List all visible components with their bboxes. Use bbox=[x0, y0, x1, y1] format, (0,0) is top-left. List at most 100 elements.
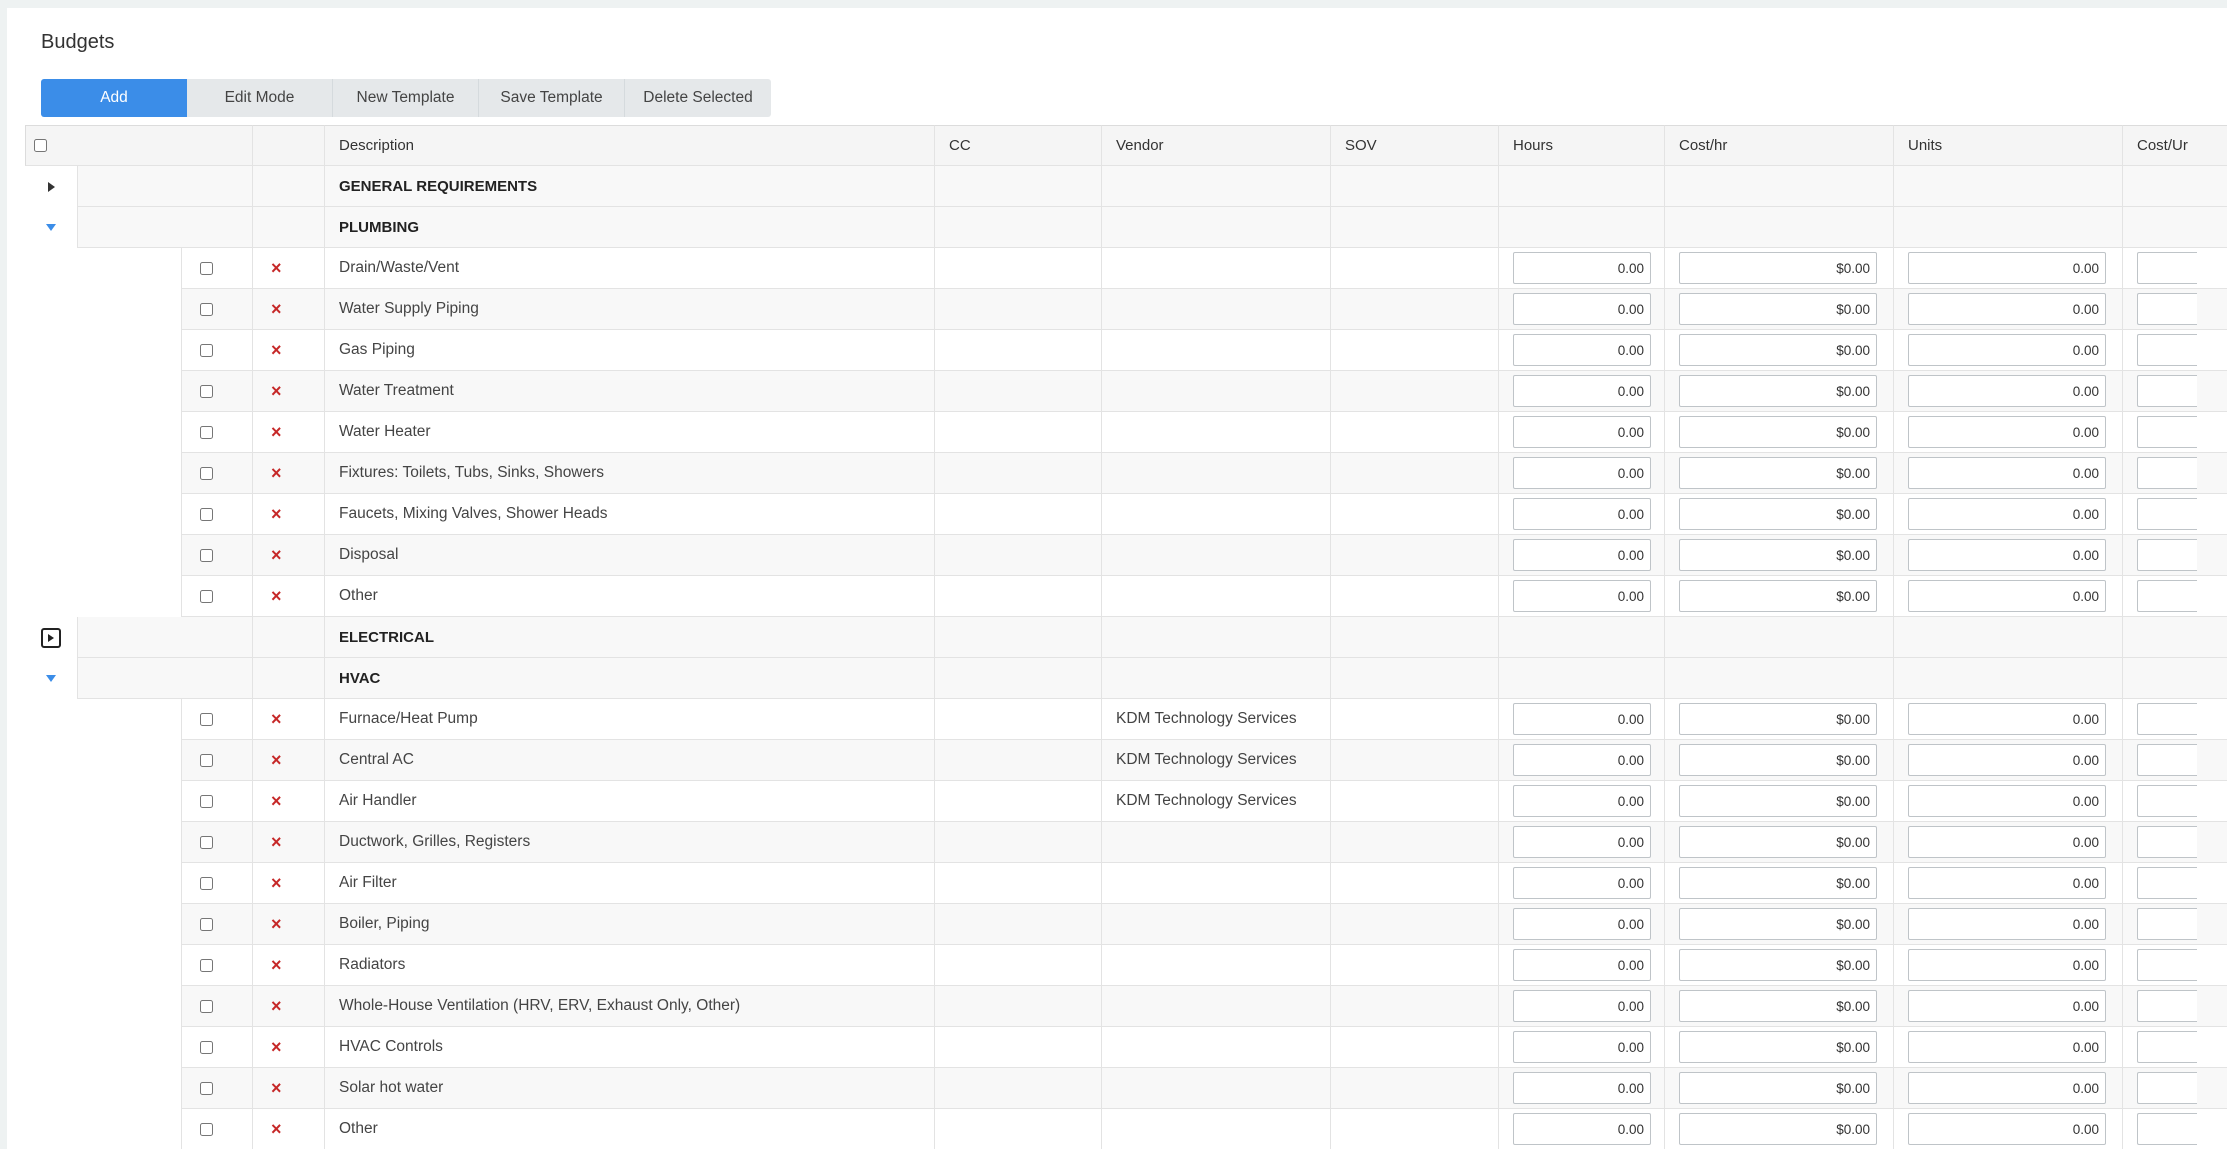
delete-row-icon[interactable]: × bbox=[271, 710, 282, 728]
hours-input[interactable] bbox=[1513, 334, 1651, 366]
delete-row-icon[interactable]: × bbox=[271, 341, 282, 359]
units-input[interactable] bbox=[1908, 908, 2106, 940]
hours-input[interactable] bbox=[1513, 826, 1651, 858]
hours-input[interactable] bbox=[1513, 1113, 1651, 1145]
cost-hr-input[interactable] bbox=[1679, 416, 1877, 448]
units-input[interactable] bbox=[1908, 498, 2106, 530]
cost-unit-input[interactable] bbox=[2137, 990, 2197, 1022]
cost-unit-input[interactable] bbox=[2137, 703, 2197, 735]
row-checkbox[interactable] bbox=[200, 1040, 213, 1054]
units-input[interactable] bbox=[1908, 1031, 2106, 1063]
row-checkbox[interactable] bbox=[200, 466, 213, 480]
row-checkbox[interactable] bbox=[200, 876, 213, 890]
cost-hr-input[interactable] bbox=[1679, 867, 1877, 899]
cost-hr-input[interactable] bbox=[1679, 826, 1877, 858]
units-input[interactable] bbox=[1908, 539, 2106, 571]
col-header-cc[interactable]: CC bbox=[934, 125, 1101, 166]
cost-unit-input[interactable] bbox=[2137, 949, 2197, 981]
units-input[interactable] bbox=[1908, 375, 2106, 407]
delete-row-icon[interactable]: × bbox=[271, 751, 282, 769]
delete-row-icon[interactable]: × bbox=[271, 259, 282, 277]
row-checkbox[interactable] bbox=[200, 507, 213, 521]
delete-row-icon[interactable]: × bbox=[271, 833, 282, 851]
delete-row-icon[interactable]: × bbox=[271, 792, 282, 810]
units-input[interactable] bbox=[1908, 867, 2106, 899]
cost-unit-input[interactable] bbox=[2137, 580, 2197, 612]
hours-input[interactable] bbox=[1513, 908, 1651, 940]
row-checkbox[interactable] bbox=[200, 384, 213, 398]
units-input[interactable] bbox=[1908, 949, 2106, 981]
delete-row-icon[interactable]: × bbox=[271, 382, 282, 400]
units-input[interactable] bbox=[1908, 293, 2106, 325]
delete-row-icon[interactable]: × bbox=[271, 874, 282, 892]
delete-row-icon[interactable]: × bbox=[271, 915, 282, 933]
hours-input[interactable] bbox=[1513, 539, 1651, 571]
hours-input[interactable] bbox=[1513, 990, 1651, 1022]
cost-hr-input[interactable] bbox=[1679, 703, 1877, 735]
add-button[interactable]: Add bbox=[41, 79, 187, 117]
hours-input[interactable] bbox=[1513, 498, 1651, 530]
cost-unit-input[interactable] bbox=[2137, 293, 2197, 325]
cost-hr-input[interactable] bbox=[1679, 1113, 1877, 1145]
cost-unit-input[interactable] bbox=[2137, 457, 2197, 489]
delete-row-icon[interactable]: × bbox=[271, 423, 282, 441]
units-input[interactable] bbox=[1908, 580, 2106, 612]
delete-row-icon[interactable]: × bbox=[271, 1038, 282, 1056]
units-input[interactable] bbox=[1908, 826, 2106, 858]
cost-unit-input[interactable] bbox=[2137, 1072, 2197, 1104]
cost-hr-input[interactable] bbox=[1679, 949, 1877, 981]
row-checkbox[interactable] bbox=[200, 753, 213, 767]
hours-input[interactable] bbox=[1513, 375, 1651, 407]
hours-input[interactable] bbox=[1513, 1031, 1651, 1063]
cost-unit-input[interactable] bbox=[2137, 908, 2197, 940]
hours-input[interactable] bbox=[1513, 703, 1651, 735]
cost-unit-input[interactable] bbox=[2137, 334, 2197, 366]
cost-hr-input[interactable] bbox=[1679, 1072, 1877, 1104]
delete-row-icon[interactable]: × bbox=[271, 1079, 282, 1097]
hours-input[interactable] bbox=[1513, 1072, 1651, 1104]
cost-hr-input[interactable] bbox=[1679, 375, 1877, 407]
delete-row-icon[interactable]: × bbox=[271, 464, 282, 482]
cost-hr-input[interactable] bbox=[1679, 580, 1877, 612]
row-checkbox[interactable] bbox=[200, 425, 213, 439]
col-header-hours[interactable]: Hours bbox=[1498, 125, 1664, 166]
units-input[interactable] bbox=[1908, 1113, 2106, 1145]
hours-input[interactable] bbox=[1513, 293, 1651, 325]
col-header-vendor[interactable]: Vendor bbox=[1101, 125, 1330, 166]
units-input[interactable] bbox=[1908, 252, 2106, 284]
cost-unit-input[interactable] bbox=[2137, 867, 2197, 899]
cost-unit-input[interactable] bbox=[2137, 1113, 2197, 1145]
cost-hr-input[interactable] bbox=[1679, 744, 1877, 776]
cost-unit-input[interactable] bbox=[2137, 252, 2197, 284]
cost-hr-input[interactable] bbox=[1679, 334, 1877, 366]
hours-input[interactable] bbox=[1513, 867, 1651, 899]
cost-unit-input[interactable] bbox=[2137, 498, 2197, 530]
cost-unit-input[interactable] bbox=[2137, 416, 2197, 448]
cost-hr-input[interactable] bbox=[1679, 785, 1877, 817]
cost-hr-input[interactable] bbox=[1679, 1031, 1877, 1063]
collapse-toggle[interactable] bbox=[25, 207, 77, 248]
edit-mode-button[interactable]: Edit Mode bbox=[187, 79, 333, 117]
cost-unit-input[interactable] bbox=[2137, 826, 2197, 858]
row-checkbox[interactable] bbox=[200, 835, 213, 849]
row-checkbox[interactable] bbox=[200, 1081, 213, 1095]
units-input[interactable] bbox=[1908, 785, 2106, 817]
units-input[interactable] bbox=[1908, 334, 2106, 366]
delete-row-icon[interactable]: × bbox=[271, 546, 282, 564]
row-checkbox[interactable] bbox=[200, 999, 213, 1013]
cost-hr-input[interactable] bbox=[1679, 457, 1877, 489]
row-checkbox[interactable] bbox=[200, 794, 213, 808]
row-checkbox[interactable] bbox=[200, 302, 213, 316]
hours-input[interactable] bbox=[1513, 416, 1651, 448]
delete-row-icon[interactable]: × bbox=[271, 300, 282, 318]
col-header-cost-hr[interactable]: Cost/hr bbox=[1664, 125, 1893, 166]
units-input[interactable] bbox=[1908, 990, 2106, 1022]
hours-input[interactable] bbox=[1513, 580, 1651, 612]
col-header-sov[interactable]: SOV bbox=[1330, 125, 1498, 166]
row-checkbox[interactable] bbox=[200, 1122, 213, 1136]
cost-unit-input[interactable] bbox=[2137, 539, 2197, 571]
units-input[interactable] bbox=[1908, 744, 2106, 776]
delete-row-icon[interactable]: × bbox=[271, 587, 282, 605]
cost-hr-input[interactable] bbox=[1679, 293, 1877, 325]
cost-unit-input[interactable] bbox=[2137, 375, 2197, 407]
